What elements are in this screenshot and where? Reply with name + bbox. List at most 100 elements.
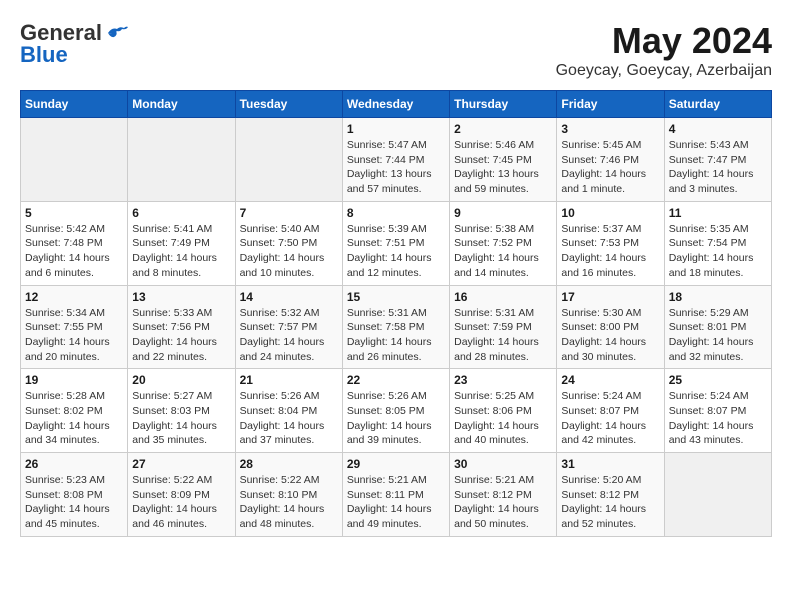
calendar-cell: 29Sunrise: 5:21 AM Sunset: 8:11 PM Dayli… (342, 453, 449, 537)
day-number: 12 (25, 290, 123, 304)
title-section: May 2024 Goeycay, Goeycay, Azerbaijan (556, 20, 772, 80)
col-friday: Friday (557, 91, 664, 118)
day-info: Sunrise: 5:45 AM Sunset: 7:46 PM Dayligh… (561, 138, 659, 197)
logo-blue: Blue (20, 42, 68, 68)
calendar-header-row: Sunday Monday Tuesday Wednesday Thursday… (21, 91, 772, 118)
day-number: 18 (669, 290, 767, 304)
location-subtitle: Goeycay, Goeycay, Azerbaijan (556, 62, 772, 80)
logo: General Blue (20, 20, 128, 68)
day-info: Sunrise: 5:31 AM Sunset: 7:58 PM Dayligh… (347, 306, 445, 365)
calendar-table: Sunday Monday Tuesday Wednesday Thursday… (20, 90, 772, 537)
calendar-cell: 12 Sunrise: 5:34 AM Sunset: 7:55 PM Dayli… (21, 285, 128, 369)
day-number: 1 (347, 122, 445, 136)
day-number: 6 (132, 206, 230, 220)
day-info: Sunrise: 5:30 AM Sunset: 8:00 PM Dayligh… (561, 306, 659, 365)
day-info: Sunrise: 5:34 AM Sunset: 7:55 PM Dayligh… (25, 306, 123, 365)
calendar-cell: 17 Sunrise: 5:30 AM Sunset: 8:00 PM Dayli… (557, 285, 664, 369)
col-thursday: Thursday (450, 91, 557, 118)
day-number: 20 (132, 373, 230, 387)
calendar-cell: 16 Sunrise: 5:31 AM Sunset: 7:59 PM Dayli… (450, 285, 557, 369)
day-number: 19 (25, 373, 123, 387)
day-number: 30 (454, 457, 552, 471)
day-info: Sunrise: 5:26 AM Sunset: 8:04 PM Dayligh… (240, 389, 338, 448)
calendar-week-row: 19 Sunrise: 5:28 AM Sunset: 8:02 PM Dayli… (21, 369, 772, 453)
col-wednesday: Wednesday (342, 91, 449, 118)
calendar-cell: 30Sunrise: 5:21 AM Sunset: 8:12 PM Dayli… (450, 453, 557, 537)
calendar-cell: 9 Sunrise: 5:38 AM Sunset: 7:52 PM Daylig… (450, 201, 557, 285)
day-info: Sunrise: 5:22 AM Sunset: 8:09 PM Dayligh… (132, 473, 230, 532)
calendar-cell: 28 Sunrise: 5:22 AM Sunset: 8:10 PM Dayli… (235, 453, 342, 537)
calendar-cell: 26 Sunrise: 5:23 AM Sunset: 8:08 PM Dayli… (21, 453, 128, 537)
day-info: Sunrise: 5:32 AM Sunset: 7:57 PM Dayligh… (240, 306, 338, 365)
calendar-cell: 18 Sunrise: 5:29 AM Sunset: 8:01 PM Dayli… (664, 285, 771, 369)
calendar-cell: 23Sunrise: 5:25 AM Sunset: 8:06 PM Dayli… (450, 369, 557, 453)
page-header: General Blue May 2024 Goeycay, Goeycay, … (20, 20, 772, 80)
day-info: Sunrise: 5:23 AM Sunset: 8:08 PM Dayligh… (25, 473, 123, 532)
day-number: 17 (561, 290, 659, 304)
day-number: 28 (240, 457, 338, 471)
calendar-cell: 15Sunrise: 5:31 AM Sunset: 7:58 PM Dayli… (342, 285, 449, 369)
logo-bird-icon (106, 25, 128, 41)
month-year-title: May 2024 (556, 20, 772, 62)
day-info: Sunrise: 5:42 AM Sunset: 7:48 PM Dayligh… (25, 222, 123, 281)
calendar-cell: 1Sunrise: 5:47 AM Sunset: 7:44 PM Daylig… (342, 118, 449, 202)
day-number: 31 (561, 457, 659, 471)
day-number: 5 (25, 206, 123, 220)
calendar-cell: 7 Sunrise: 5:40 AM Sunset: 7:50 PM Daylig… (235, 201, 342, 285)
day-number: 14 (240, 290, 338, 304)
day-info: Sunrise: 5:33 AM Sunset: 7:56 PM Dayligh… (132, 306, 230, 365)
day-number: 7 (240, 206, 338, 220)
day-info: Sunrise: 5:43 AM Sunset: 7:47 PM Dayligh… (669, 138, 767, 197)
day-info: Sunrise: 5:38 AM Sunset: 7:52 PM Dayligh… (454, 222, 552, 281)
day-number: 16 (454, 290, 552, 304)
day-number: 4 (669, 122, 767, 136)
day-number: 22 (347, 373, 445, 387)
calendar-cell: 6 Sunrise: 5:41 AM Sunset: 7:49 PM Daylig… (128, 201, 235, 285)
calendar-week-row: 1Sunrise: 5:47 AM Sunset: 7:44 PM Daylig… (21, 118, 772, 202)
day-number: 9 (454, 206, 552, 220)
day-number: 3 (561, 122, 659, 136)
day-info: Sunrise: 5:20 AM Sunset: 8:12 PM Dayligh… (561, 473, 659, 532)
calendar-cell: 8 Sunrise: 5:39 AM Sunset: 7:51 PM Daylig… (342, 201, 449, 285)
calendar-week-row: 26 Sunrise: 5:23 AM Sunset: 8:08 PM Dayli… (21, 453, 772, 537)
day-number: 21 (240, 373, 338, 387)
col-saturday: Saturday (664, 91, 771, 118)
day-info: Sunrise: 5:21 AM Sunset: 8:11 PM Dayligh… (347, 473, 445, 532)
day-info: Sunrise: 5:27 AM Sunset: 8:03 PM Dayligh… (132, 389, 230, 448)
day-number: 27 (132, 457, 230, 471)
day-info: Sunrise: 5:29 AM Sunset: 8:01 PM Dayligh… (669, 306, 767, 365)
day-number: 26 (25, 457, 123, 471)
calendar-cell: 4 Sunrise: 5:43 AM Sunset: 7:47 PM Daylig… (664, 118, 771, 202)
day-number: 25 (669, 373, 767, 387)
day-info: Sunrise: 5:37 AM Sunset: 7:53 PM Dayligh… (561, 222, 659, 281)
calendar-cell: 24 Sunrise: 5:24 AM Sunset: 8:07 PM Dayli… (557, 369, 664, 453)
day-info: Sunrise: 5:40 AM Sunset: 7:50 PM Dayligh… (240, 222, 338, 281)
calendar-cell (21, 118, 128, 202)
calendar-cell: 22Sunrise: 5:26 AM Sunset: 8:05 PM Dayli… (342, 369, 449, 453)
day-number: 13 (132, 290, 230, 304)
day-number: 24 (561, 373, 659, 387)
calendar-cell: 5 Sunrise: 5:42 AM Sunset: 7:48 PM Daylig… (21, 201, 128, 285)
calendar-cell: 10Sunrise: 5:37 AM Sunset: 7:53 PM Dayli… (557, 201, 664, 285)
col-sunday: Sunday (21, 91, 128, 118)
day-info: Sunrise: 5:31 AM Sunset: 7:59 PM Dayligh… (454, 306, 552, 365)
col-tuesday: Tuesday (235, 91, 342, 118)
day-info: Sunrise: 5:22 AM Sunset: 8:10 PM Dayligh… (240, 473, 338, 532)
day-info: Sunrise: 5:46 AM Sunset: 7:45 PM Dayligh… (454, 138, 552, 197)
calendar-cell: 21 Sunrise: 5:26 AM Sunset: 8:04 PM Dayli… (235, 369, 342, 453)
calendar-cell: 13 Sunrise: 5:33 AM Sunset: 7:56 PM Dayli… (128, 285, 235, 369)
calendar-cell (128, 118, 235, 202)
calendar-cell: 25Sunrise: 5:24 AM Sunset: 8:07 PM Dayli… (664, 369, 771, 453)
calendar-cell: 11 Sunrise: 5:35 AM Sunset: 7:54 PM Dayli… (664, 201, 771, 285)
calendar-cell: 19 Sunrise: 5:28 AM Sunset: 8:02 PM Dayli… (21, 369, 128, 453)
day-number: 11 (669, 206, 767, 220)
day-info: Sunrise: 5:24 AM Sunset: 8:07 PM Dayligh… (561, 389, 659, 448)
calendar-cell: 31 Sunrise: 5:20 AM Sunset: 8:12 PM Dayli… (557, 453, 664, 537)
day-info: Sunrise: 5:28 AM Sunset: 8:02 PM Dayligh… (25, 389, 123, 448)
day-info: Sunrise: 5:41 AM Sunset: 7:49 PM Dayligh… (132, 222, 230, 281)
day-number: 8 (347, 206, 445, 220)
calendar-cell (664, 453, 771, 537)
day-info: Sunrise: 5:39 AM Sunset: 7:51 PM Dayligh… (347, 222, 445, 281)
day-info: Sunrise: 5:35 AM Sunset: 7:54 PM Dayligh… (669, 222, 767, 281)
calendar-cell (235, 118, 342, 202)
